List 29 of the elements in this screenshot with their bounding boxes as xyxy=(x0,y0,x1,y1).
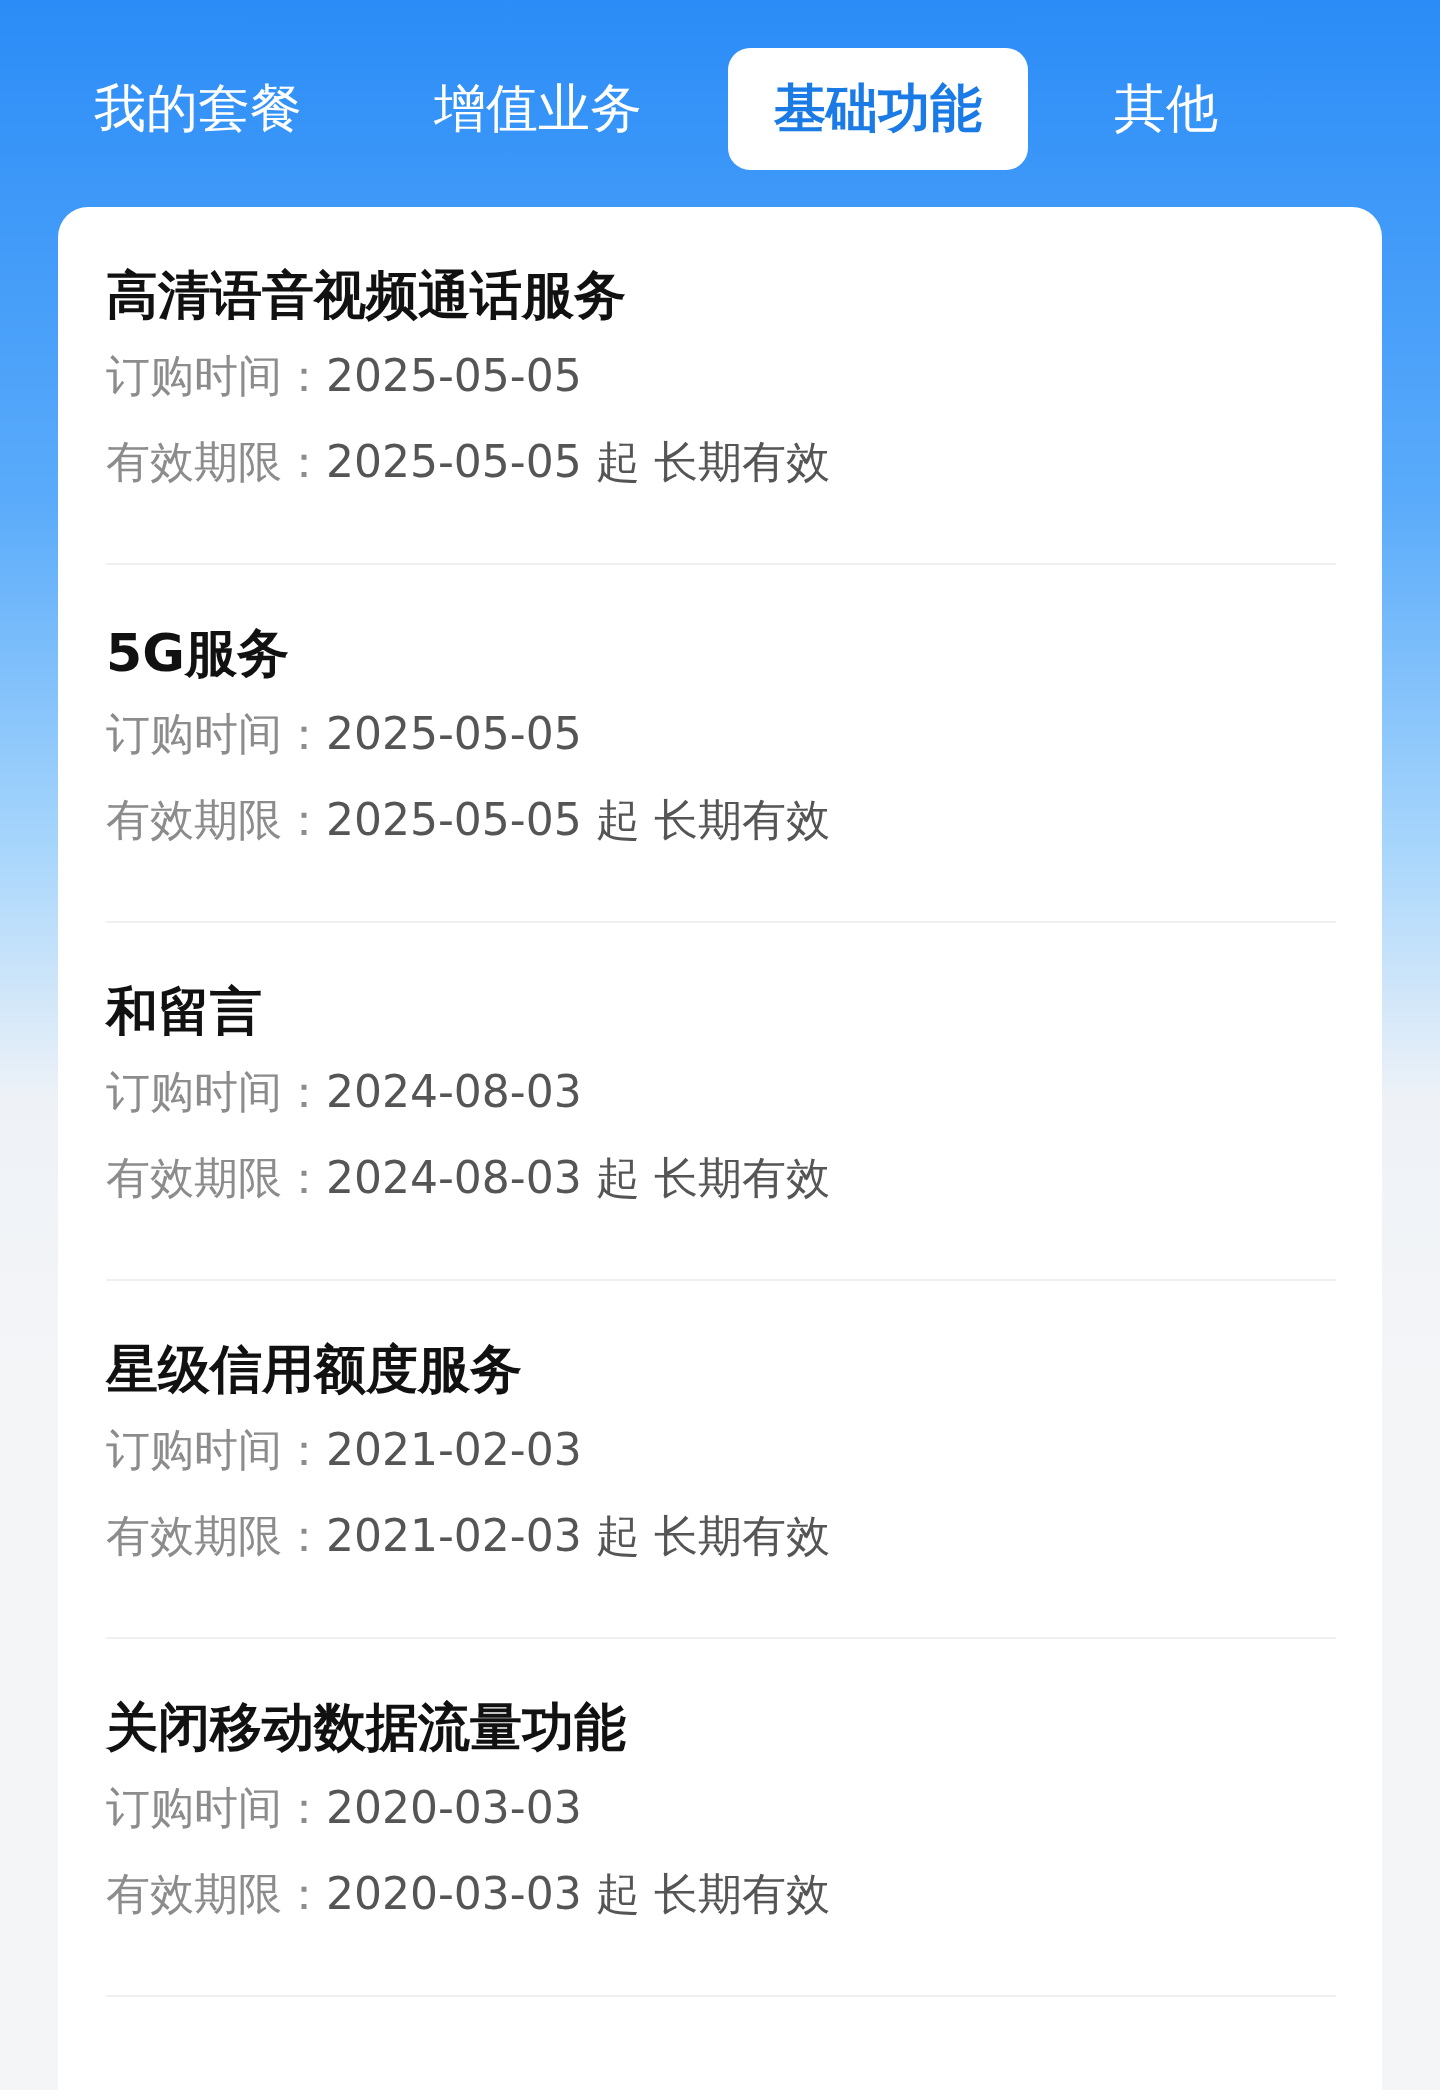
tab[interactable]: 增值业务 xyxy=(388,48,688,170)
validity-value: 2024-08-03 起 长期有效 xyxy=(326,1152,830,1203)
validity-label: 有效期限： xyxy=(106,794,326,845)
tab[interactable]: 其他 xyxy=(1068,48,1264,170)
validity-label: 有效期限： xyxy=(106,1868,326,1919)
validity-label: 有效期限： xyxy=(106,1510,326,1561)
validity-label: 有效期限： xyxy=(106,1152,326,1203)
order-time-label: 订购时间： xyxy=(106,350,326,401)
validity-value: 2025-05-05 起 长期有效 xyxy=(326,794,830,845)
order-time-label: 订购时间： xyxy=(106,1782,326,1833)
validity-label: 有效期限： xyxy=(106,436,326,487)
order-date: 2021-02-03 xyxy=(326,1424,582,1475)
validity-value: 2021-02-03 起 长期有效 xyxy=(326,1510,830,1561)
order-time-label: 订购时间： xyxy=(106,1424,326,1475)
service-title: 星级信用额度服务 xyxy=(106,1338,523,1401)
order-date: 2024-08-03 xyxy=(326,1066,582,1117)
order-time-label: 订购时间： xyxy=(106,708,326,759)
order-time-label: 订购时间： xyxy=(106,1066,326,1117)
service-title: 5G服务 xyxy=(106,622,290,685)
order-date: 2025-05-05 xyxy=(326,708,582,759)
order-date: 2020-03-03 xyxy=(326,1782,582,1833)
service-title: 关闭移动数据流量功能 xyxy=(106,1696,627,1759)
service-title: 高清语音视频通话服务 xyxy=(106,264,627,327)
validity-value: 2020-03-03 起 长期有效 xyxy=(326,1868,830,1919)
order-date: 2025-05-05 xyxy=(326,350,582,401)
validity-value: 2025-05-05 起 长期有效 xyxy=(326,436,830,487)
tab[interactable]: 基础功能 xyxy=(728,48,1028,170)
service-title: 和留言 xyxy=(106,980,263,1043)
tab[interactable]: 我的套餐 xyxy=(48,48,348,170)
